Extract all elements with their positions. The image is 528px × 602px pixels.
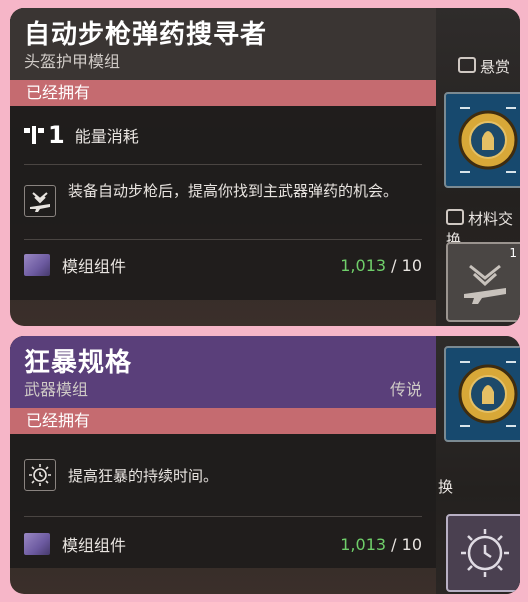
bounty-tile[interactable]	[444, 346, 520, 442]
exchange-tab-label: 换	[438, 478, 454, 496]
material-count: 1,013 / 10	[340, 256, 422, 275]
mod-card-2: 狂暴规格 武器模组 传说 已经拥有 提高狂暴的持续时间。 模组组件 1,013 …	[10, 336, 436, 568]
mod-description: 装备自动步枪后，提高你找到主武器弹药的机会。	[68, 182, 399, 200]
mod-title: 自动步枪弹药搜寻者	[24, 20, 268, 50]
energy-cost-value: 1	[48, 121, 65, 149]
exchange-tile[interactable]: 1	[446, 242, 520, 322]
bounty-tab-icon	[458, 57, 476, 73]
mod-title: 狂暴规格	[24, 348, 133, 378]
auto-rifle-perk-icon	[24, 185, 56, 217]
bounty-tab[interactable]: 悬赏	[458, 56, 510, 77]
mod-component-icon	[24, 533, 50, 555]
material-count: 1,013 / 10	[340, 535, 422, 554]
rampage-perk-icon	[24, 459, 56, 491]
mod-type: 武器模组	[24, 380, 89, 399]
bounty-icon	[458, 361, 518, 427]
mod-header-1: 自动步枪弹药搜寻者 头盔护甲模组	[10, 8, 436, 80]
tile-badge: 1	[509, 246, 517, 260]
rampage-timer-icon	[461, 529, 509, 577]
owned-status: 已经拥有	[10, 80, 436, 106]
bounty-icon	[458, 107, 518, 173]
mod-type: 头盔护甲模组	[24, 52, 121, 71]
mod-rarity: 传说	[389, 380, 422, 399]
vendor-background: 换	[436, 336, 520, 594]
material-name: 模组组件	[62, 257, 127, 276]
material-name: 模组组件	[62, 536, 127, 555]
mod-description: 提高狂暴的持续时间。	[68, 466, 219, 485]
mod-component-icon	[24, 254, 50, 276]
mod-tooltip-panel-2: 换 狂暴规格 武器模组 传说 已经拥有 提高狂暴的持续时间。 模组组件 1,01…	[10, 336, 520, 594]
vendor-background: 悬赏 材料交换 1	[436, 8, 520, 326]
energy-icon	[24, 126, 44, 144]
material-need: / 10	[391, 534, 422, 554]
energy-cost-label: 能量消耗	[74, 127, 139, 146]
owned-status: 已经拥有	[10, 408, 436, 434]
bounty-tab-label: 悬赏	[480, 58, 511, 76]
mod-tooltip-panel-1: 悬赏 材料交换 1 自动步枪弹药搜寻者 头盔护甲模组 已经拥有 1 能量消耗 装…	[10, 8, 520, 326]
exchange-tab-icon	[446, 209, 464, 225]
material-need: / 10	[391, 255, 422, 275]
rampage-mod-tile[interactable]	[446, 514, 520, 592]
mod-header-2: 狂暴规格 武器模组 传说	[10, 336, 436, 408]
material-have: 1,013	[340, 255, 387, 275]
mod-card-1: 自动步枪弹药搜寻者 头盔护甲模组 已经拥有 1 能量消耗 装备自动步枪后，提高你…	[10, 8, 436, 300]
bounty-tile[interactable]	[444, 92, 520, 188]
material-have: 1,013	[340, 534, 387, 554]
